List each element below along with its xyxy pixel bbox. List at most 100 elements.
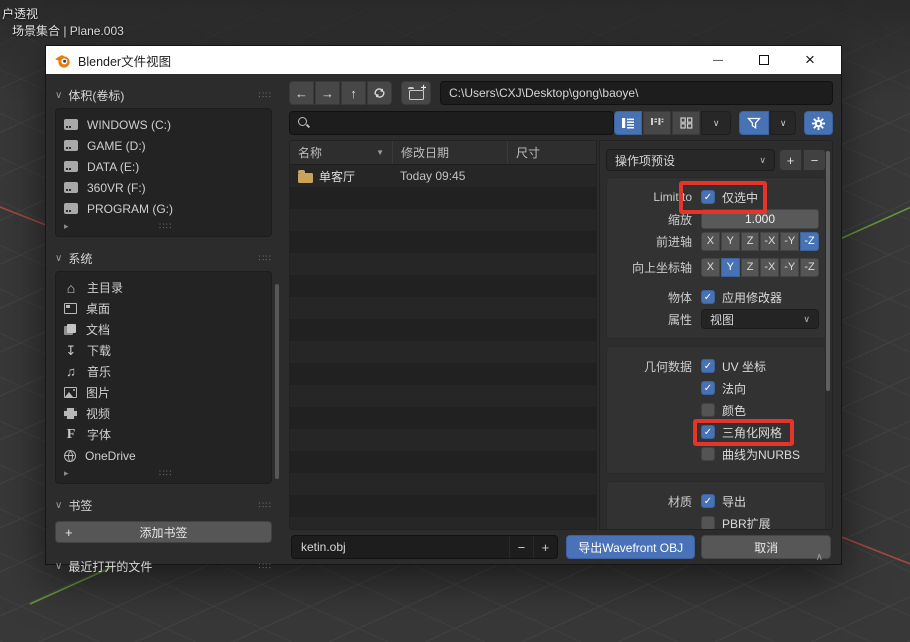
grip-icon[interactable]: ∷∷ (159, 221, 172, 232)
system-item-videos[interactable]: 视频 (56, 403, 271, 424)
options-scrollbar[interactable] (826, 151, 830, 391)
detail-list-view-button[interactable] (643, 111, 671, 135)
column-header-size[interactable]: 尺寸 (507, 141, 596, 164)
operator-presets-dropdown[interactable]: 操作项预设 ∨ (606, 149, 775, 171)
up-axis-z[interactable]: Z (741, 258, 760, 277)
checkbox-icon[interactable] (701, 403, 715, 417)
grip-icon[interactable]: ∷∷ (159, 468, 172, 479)
refresh-button[interactable] (367, 81, 392, 105)
add-bookmark-button[interactable]: + 添加书签 (55, 521, 272, 543)
filter-settings-dropdown[interactable] (770, 111, 796, 135)
file-row-folder[interactable]: 单客厅 Today 09:45 (290, 165, 596, 187)
checkbox-icon[interactable] (701, 381, 715, 395)
bookmarks-section-header[interactable]: ∨ 书签 ∷∷ (55, 495, 272, 515)
volumes-list-footer: ▸ ∷∷ (56, 219, 271, 234)
remove-preset-button[interactable]: − (803, 149, 826, 171)
volume-item-e[interactable]: DATA (E:) (56, 156, 271, 177)
up-axis-neg-x[interactable]: -X (760, 258, 779, 277)
triangulated-mesh-checkbox[interactable]: 三角化网格 (701, 424, 782, 441)
vertical-list-view-button[interactable] (614, 111, 642, 135)
column-header-name[interactable]: 名称 ▼ (290, 141, 392, 164)
filter-toggle-button[interactable] (739, 111, 769, 135)
maximize-button[interactable] (741, 47, 787, 73)
volume-item-g[interactable]: PROGRAM (G:) (56, 198, 271, 219)
decrement-button[interactable]: − (509, 536, 533, 558)
forward-axis-neg-x[interactable]: -X (760, 232, 779, 251)
pbr-extension-checkbox[interactable]: PBR扩展 (701, 515, 771, 531)
forward-axis-z[interactable]: Z (741, 232, 760, 251)
checkbox-icon[interactable] (701, 359, 715, 373)
refresh-icon (373, 87, 386, 99)
filename-input[interactable]: ketin.obj − + (291, 535, 558, 559)
apply-modifiers-checkbox[interactable]: 应用修改器 (701, 289, 782, 306)
colors-checkbox[interactable]: 颜色 (701, 402, 746, 419)
uv-coordinates-checkbox[interactable]: UV 坐标 (701, 358, 766, 375)
system-item-fonts[interactable]: 字体 (56, 424, 271, 445)
thumbnail-view-button[interactable] (672, 111, 700, 135)
system-item-home[interactable]: 主目录 (56, 277, 271, 298)
export-obj-button[interactable]: 导出Wavefront OBJ (566, 535, 696, 559)
path-input[interactable]: C:\Users\CXJ\Desktop\gong\baoye\ (440, 81, 833, 105)
geometry-triangulate-row: 三角化网格 (607, 421, 819, 443)
geometry-nurbs-row: 曲线为NURBS (607, 443, 819, 465)
volume-item-f[interactable]: 360VR (F:) (56, 177, 271, 198)
options-toggle-button[interactable] (804, 111, 833, 135)
forward-button[interactable]: → (315, 81, 340, 105)
grip-icon: ∷∷ (259, 500, 272, 511)
up-axis-neg-z[interactable]: -Z (800, 258, 819, 277)
scale-slider[interactable]: 1.000 (701, 209, 819, 229)
system-item-downloads[interactable]: 下载 (56, 340, 271, 361)
checkbox-icon[interactable] (701, 516, 715, 530)
forward-axis-x[interactable]: X (701, 232, 720, 251)
increment-button[interactable]: + (533, 536, 557, 558)
volume-item-c[interactable]: WINDOWS (C:) (56, 114, 271, 135)
up-axis-group: X Y Z -X -Y -Z (701, 258, 819, 277)
forward-axis-neg-z[interactable]: -Z (800, 232, 819, 251)
checkbox-icon[interactable] (701, 290, 715, 304)
forward-axis-neg-y[interactable]: -Y (780, 232, 799, 251)
system-item-music[interactable]: 音乐 (56, 361, 271, 382)
system-item-desktop[interactable]: 桌面 (56, 298, 271, 319)
volume-item-d[interactable]: GAME (D:) (56, 135, 271, 156)
drive-icon (64, 182, 78, 193)
system-item-documents[interactable]: 文档 (56, 319, 271, 340)
window-controls (695, 47, 833, 73)
normals-checkbox[interactable]: 法向 (701, 380, 746, 397)
blender-screen: 户透视 场景集合 | Plane.003 Blender文件视图 ∨ (0, 0, 910, 642)
minimize-button[interactable] (695, 47, 741, 73)
column-header-date[interactable]: 修改日期 (392, 141, 507, 164)
export-materials-checkbox[interactable]: 导出 (701, 493, 746, 510)
curves-as-nurbs-checkbox[interactable]: 曲线为NURBS (701, 446, 800, 463)
plus-icon: + (65, 525, 73, 540)
up-axis-x[interactable]: X (701, 258, 720, 277)
checkbox-icon[interactable] (701, 425, 715, 439)
download-icon (64, 343, 78, 359)
bookmarks-title: 书签 (68, 497, 92, 514)
search-input[interactable] (289, 111, 614, 135)
expand-icon[interactable]: ▸ (64, 468, 69, 479)
display-settings-dropdown[interactable] (701, 111, 731, 135)
up-axis-neg-y[interactable]: -Y (780, 258, 799, 277)
expand-icon[interactable]: ▸ (64, 221, 69, 232)
checkbox-icon[interactable] (701, 190, 715, 204)
system-section-header[interactable]: ∨ 系统 ∷∷ (55, 248, 272, 268)
properties-dropdown[interactable]: 视图 ∨ (701, 309, 819, 329)
back-button[interactable]: ← (289, 81, 314, 105)
recent-section-header[interactable]: ∨ 最近打开的文件 ∷∷ (55, 556, 272, 576)
forward-axis-y[interactable]: Y (721, 232, 740, 251)
up-button[interactable]: ↑ (341, 81, 366, 105)
volumes-section-header[interactable]: ∨ 体积(卷标) ∷∷ (55, 85, 272, 105)
dialog-titlebar[interactable]: Blender文件视图 (46, 46, 841, 74)
system-item-onedrive[interactable]: OneDrive (56, 445, 271, 466)
up-axis-y[interactable]: Y (721, 258, 740, 277)
system-item-pictures[interactable]: 图片 (56, 382, 271, 403)
selected-only-checkbox[interactable]: 仅选中 (701, 189, 758, 206)
cancel-button[interactable]: 取消 (701, 535, 831, 559)
close-button[interactable] (787, 47, 833, 73)
sidebar-scrollbar[interactable] (275, 284, 279, 479)
checkbox-icon[interactable] (701, 494, 715, 508)
add-preset-button[interactable]: + (779, 149, 802, 171)
new-folder-button[interactable] (401, 81, 431, 105)
checkbox-icon[interactable] (701, 447, 715, 461)
collapse-chevron-icon[interactable]: ∧ (816, 552, 823, 563)
